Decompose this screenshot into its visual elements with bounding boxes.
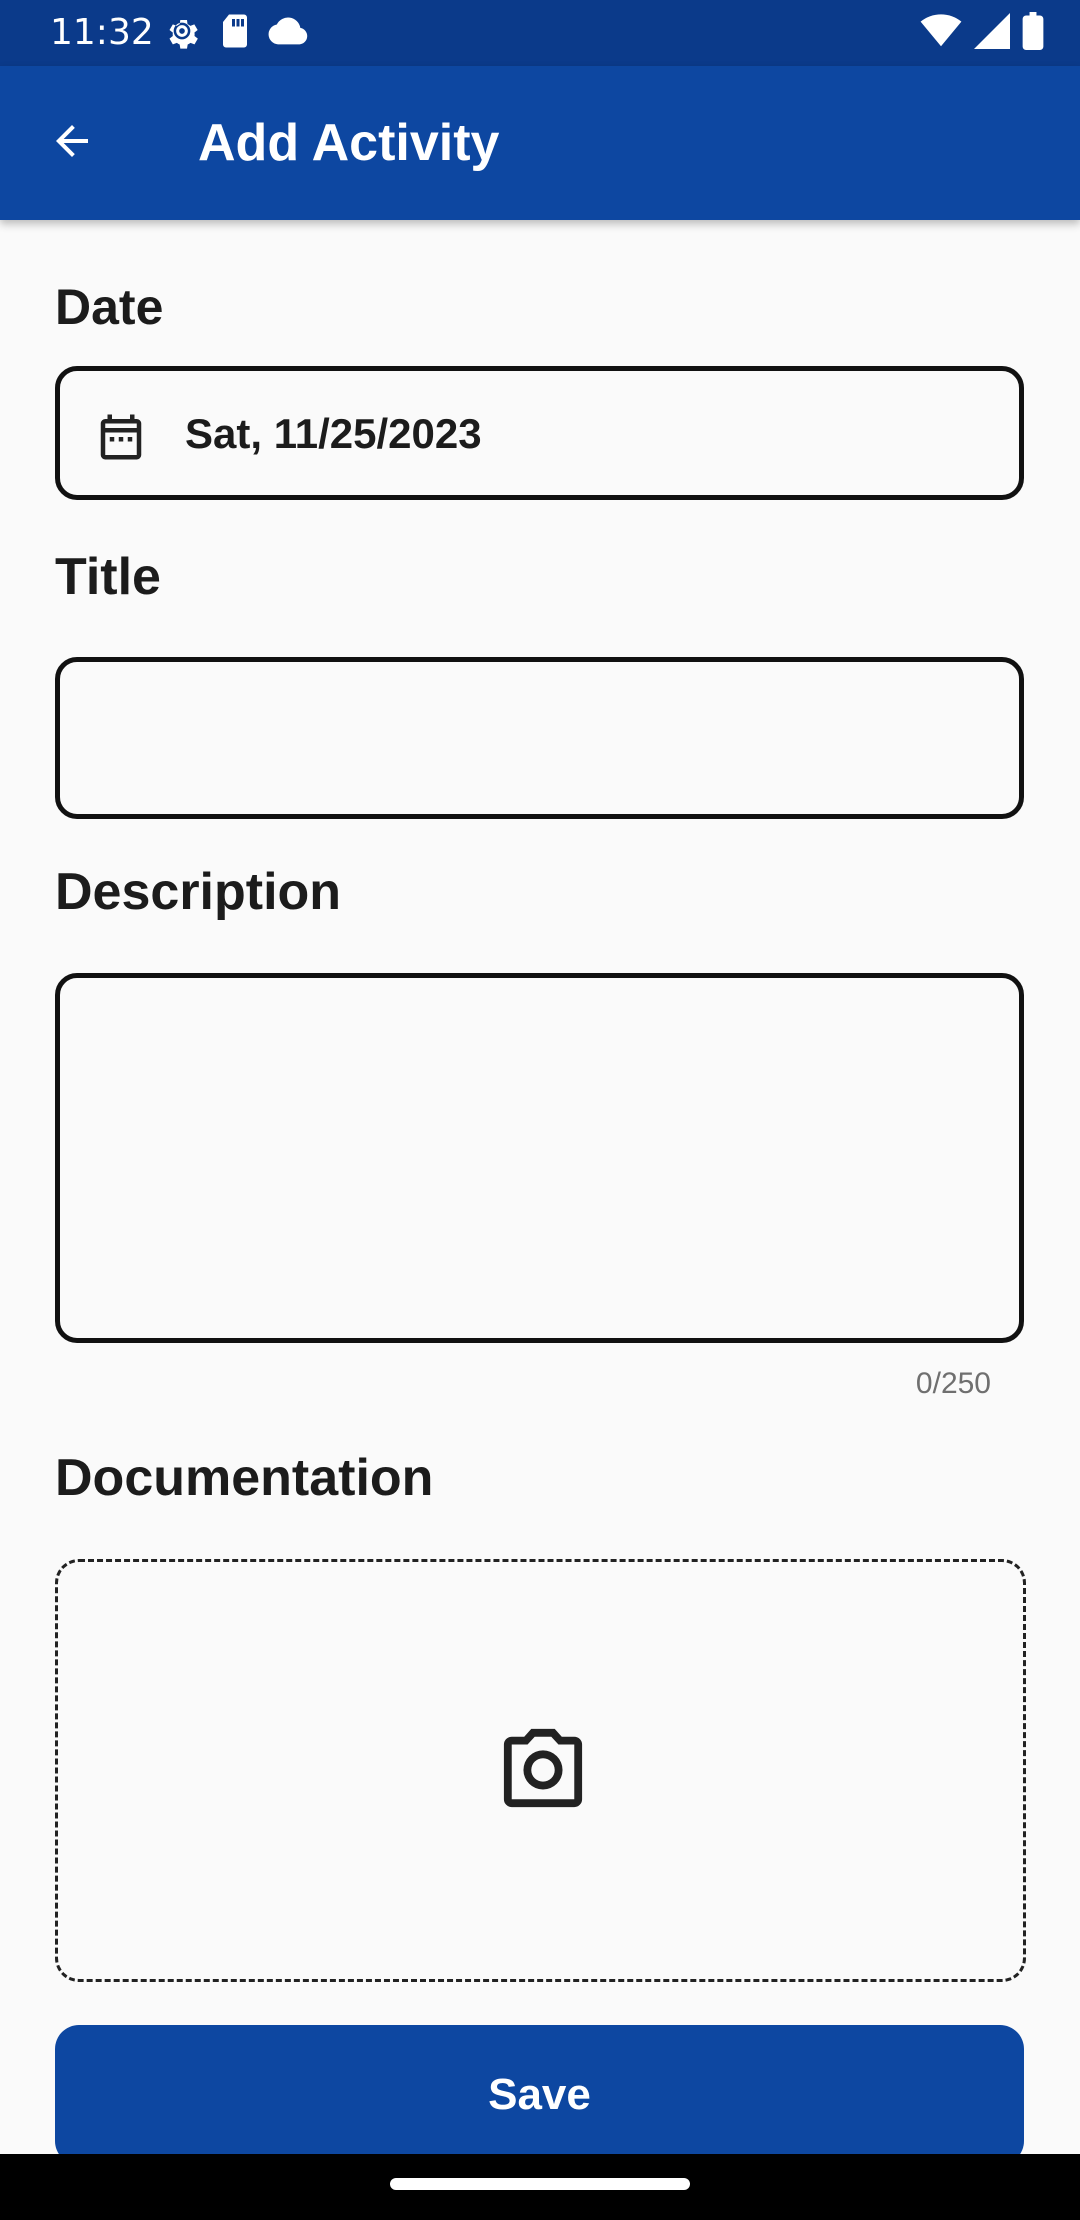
cloud-icon: [268, 16, 308, 51]
arrow-back-icon: [48, 117, 96, 170]
sd-card-icon: [220, 13, 250, 54]
description-char-counter: 0/250: [915, 1367, 991, 1400]
documentation-label: Documentation: [55, 1449, 434, 1507]
title-label: Title: [55, 548, 161, 606]
battery-icon: [1022, 11, 1044, 55]
add-activity-screen: 11:32 Add Activity Date Sat, 11/25/2023 …: [0, 0, 1080, 2220]
date-picker-field[interactable]: Sat, 11/25/2023: [55, 366, 1024, 500]
camera-icon: [495, 1725, 591, 1811]
documentation-photo-upload[interactable]: [55, 1559, 1026, 1982]
description-input[interactable]: [55, 973, 1024, 1343]
title-input[interactable]: [55, 657, 1024, 819]
settings-gear-icon: [162, 11, 202, 56]
wifi-icon: [920, 13, 962, 53]
description-label: Description: [55, 863, 342, 921]
status-bar: 11:32: [0, 0, 1080, 66]
save-button[interactable]: Save: [55, 2025, 1024, 2165]
gesture-home-handle[interactable]: [390, 2178, 690, 2190]
status-left-icons: [162, 12, 308, 54]
back-button[interactable]: [40, 111, 104, 175]
cell-signal-icon: [974, 12, 1010, 54]
status-right-icons: [920, 11, 1044, 55]
status-time: 11:32: [50, 12, 154, 53]
app-bar: Add Activity: [0, 66, 1080, 220]
calendar-icon: [94, 409, 148, 465]
page-title: Add Activity: [198, 114, 500, 172]
date-label: Date: [55, 279, 164, 335]
date-value: Sat, 11/25/2023: [185, 410, 482, 457]
